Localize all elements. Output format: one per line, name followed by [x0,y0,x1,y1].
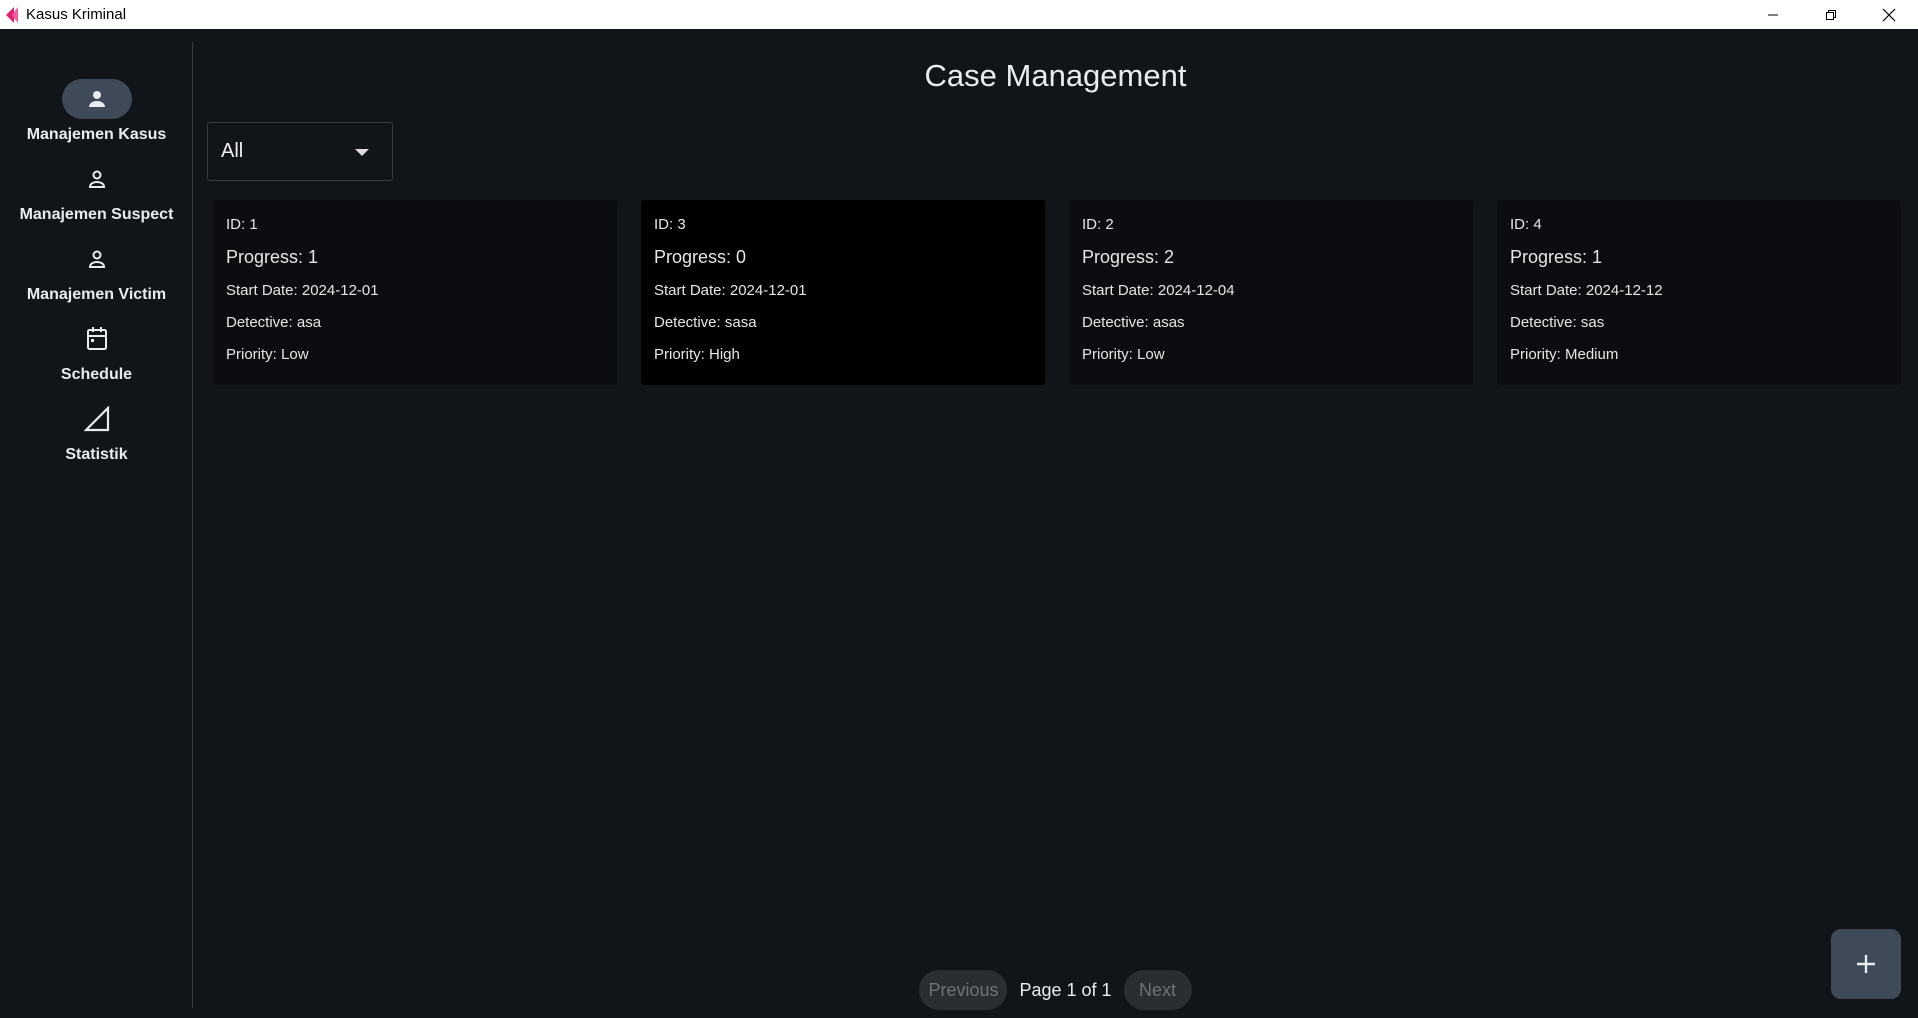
case-detective: Detective: sas [1510,314,1605,331]
person-outline-icon [88,250,105,268]
sidebar-item-manajemen-kasus[interactable]: Manajemen Kasus [0,79,193,144]
case-detective: Detective: asas [1082,314,1185,331]
case-id: ID: 3 [654,216,686,233]
sidebar-item-label: Manajemen Victim [26,286,167,303]
sidebar-item-label: Manajemen Suspect [19,206,174,223]
page-title: Case Management [924,58,1187,93]
nav-indicator [61,79,132,119]
case-card[interactable]: ID: 1 Progress: 1 Start Date: 2024-12-01… [213,200,617,385]
minimize-icon [1768,14,1778,15]
case-priority: Priority: High [654,346,740,363]
case-card[interactable]: ID: 3 Progress: 0 Start Date: 2024-12-01… [641,200,1045,385]
calendar-icon [86,327,107,350]
restore-button[interactable] [1802,0,1860,29]
case-id: ID: 4 [1510,216,1542,233]
case-card[interactable]: ID: 4 Progress: 1 Start Date: 2024-12-12… [1497,200,1901,385]
triangle-icon [83,406,109,432]
case-detective: Detective: sasa [654,314,757,331]
sidebar-item-schedule[interactable]: Schedule [0,319,193,384]
case-progress: Progress: 1 [226,247,319,267]
case-progress: Progress: 0 [654,247,747,267]
nav-indicator [62,239,132,279]
case-card[interactable]: ID: 2 Progress: 2 Start Date: 2024-12-04… [1069,200,1473,385]
case-detective: Detective: asa [226,314,322,331]
person-outline-icon [88,170,105,188]
case-id: ID: 2 [1082,216,1114,233]
window-controls [1744,0,1918,29]
sidebar: Manajemen Kasus Manajemen Suspect Manaje… [0,29,193,1018]
case-start-date: Start Date: 2024-12-01 [226,282,379,299]
case-priority: Priority: Low [1082,346,1165,363]
minimize-button[interactable] [1744,0,1802,29]
sidebar-item-manajemen-victim[interactable]: Manajemen Victim [0,239,193,304]
case-progress: Progress: 1 [1510,247,1603,267]
nav-indicator [62,319,132,359]
case-start-date: Start Date: 2024-12-01 [654,282,807,299]
nav-indicator [62,159,132,199]
case-priority: Priority: Medium [1510,346,1619,363]
main-content: Case Management All ID: 1 Progress: 1 St… [193,29,1918,1018]
window-titlebar: Kasus Kriminal [0,0,1918,29]
window-title: Kasus Kriminal [26,6,127,23]
nav-indicator [62,399,132,439]
case-priority: Priority: Low [226,346,309,363]
restore-icon [1826,9,1836,20]
priority-filter-dropdown[interactable]: All [207,122,393,181]
app-logo-icon [6,6,18,23]
sidebar-item-label: Manajemen Kasus [26,126,167,143]
close-button[interactable] [1860,0,1918,29]
plus-icon [1857,955,1875,973]
case-start-date: Start Date: 2024-12-04 [1082,282,1235,299]
sidebar-item-manajemen-suspect[interactable]: Manajemen Suspect [0,159,193,224]
filter-selected-value: All [221,140,244,162]
pagination: Previous Page 1 of 1 Next [193,970,1918,1010]
case-progress: Progress: 2 [1082,247,1175,267]
case-start-date: Start Date: 2024-12-12 [1510,282,1663,299]
next-page-button[interactable]: Next [1123,970,1192,1010]
case-id: ID: 1 [226,216,258,233]
previous-page-button[interactable]: Previous [919,970,1008,1010]
caret-down-icon [355,149,369,156]
sidebar-item-label: Statistik [65,446,128,463]
sidebar-item-statistik[interactable]: Statistik [0,399,193,464]
close-icon [1882,8,1896,21]
sidebar-item-label: Schedule [60,366,133,383]
person-icon [88,91,105,107]
page-indicator: Page 1 of 1 [1019,979,1112,1000]
add-case-button[interactable] [1831,929,1901,999]
